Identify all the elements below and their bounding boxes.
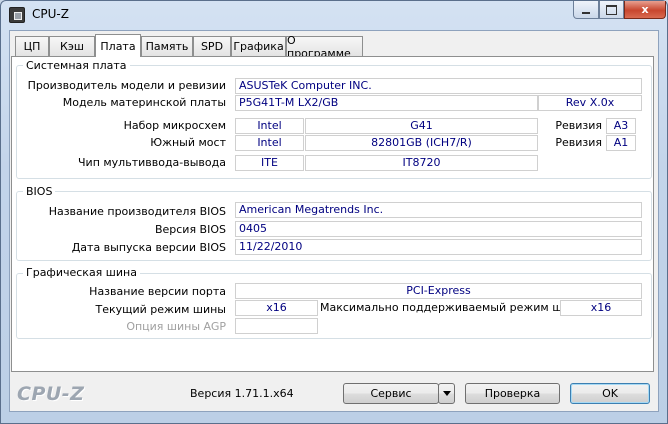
gi-link-width-value: x16 [235, 300, 318, 316]
validate-button[interactable]: Проверка [465, 383, 560, 404]
model-label: Модель материнской платы [62, 96, 226, 109]
gi-version-value: PCI-Express [235, 283, 642, 299]
window-title: CPU-Z [32, 7, 69, 21]
maximize-icon [606, 4, 617, 15]
southbridge-name-value: 82801GB (ICH7/R) [305, 135, 538, 151]
close-button[interactable]: x [624, 1, 666, 19]
bios-brand-value: American Megatrends Inc. [235, 202, 642, 218]
chipset-name-value: G41 [305, 118, 538, 134]
chipset-vendor-value: Intel [235, 118, 304, 134]
gi-side-band-value [235, 318, 318, 334]
model-revision-value: Rev X.0x [538, 95, 642, 111]
chevron-down-icon [442, 391, 451, 396]
bios-date-label: Дата выпуска версии BIOS [71, 241, 226, 254]
bios-version-label: Версия BIOS [154, 223, 226, 236]
manufacturer-value: ASUSTeK Computer INC. [235, 78, 642, 94]
bios-version-value: 0405 [235, 221, 642, 237]
gi-side-band-label: Опция шины AGP [126, 320, 226, 333]
tab-mainboard[interactable]: Плата [95, 34, 141, 57]
motherboard-group-label: Системная плата [23, 59, 130, 72]
minimize-icon [582, 11, 590, 14]
gi-max-supported-value: x16 [560, 300, 642, 316]
bios-group-label: BIOS [23, 185, 56, 198]
lpcio-label: Чип мультиввода-вывода [78, 156, 226, 169]
tab-cache[interactable]: Кэш [49, 36, 95, 56]
ok-button[interactable]: OK [570, 383, 650, 404]
manufacturer-label: Производитель модели и ревизии [27, 79, 226, 92]
minimize-button[interactable] [573, 1, 599, 19]
lpcio-vendor-value: ITE [235, 155, 304, 171]
chipset-revision-label: Ревизия [555, 119, 602, 132]
lpcio-name-value: IT8720 [305, 155, 538, 171]
tab-graphics[interactable]: Графика [231, 36, 286, 56]
tools-dropdown-button[interactable] [438, 383, 455, 404]
gi-version-label: Название версии порта [89, 285, 226, 298]
bios-brand-label: Название производителя BIOS [48, 205, 226, 218]
cpuz-app-icon [9, 7, 25, 23]
gi-max-supported-label: Максимально поддерживаемый режим шины [320, 301, 586, 314]
chipset-label: Набор микросхем [123, 119, 226, 132]
cpuz-logo: CPU-Z [17, 383, 85, 405]
maximize-button[interactable] [599, 1, 624, 19]
tools-button[interactable]: Сервис [343, 383, 439, 404]
chipset-revision-value: A3 [606, 118, 636, 134]
tab-memory[interactable]: Память [141, 36, 193, 56]
tab-cpu[interactable]: ЦП [15, 36, 49, 56]
gi-link-width-label: Текущий режим шины [95, 303, 227, 316]
southbridge-label: Южный мост [150, 136, 226, 149]
close-icon: x [641, 3, 649, 16]
version-text: Версия 1.71.1.x64 [190, 387, 294, 400]
southbridge-revision-value: A1 [606, 135, 636, 151]
southbridge-revision-label: Ревизия [555, 136, 602, 149]
tab-about[interactable]: О программе [286, 34, 363, 60]
tab-spd[interactable]: SPD [193, 36, 231, 56]
southbridge-vendor-value: Intel [235, 135, 304, 151]
model-value: P5G41T-M LX2/GB [235, 95, 538, 111]
graphic-interface-group-label: Графическая шина [23, 266, 140, 279]
bios-date-value: 11/22/2010 [235, 239, 642, 255]
